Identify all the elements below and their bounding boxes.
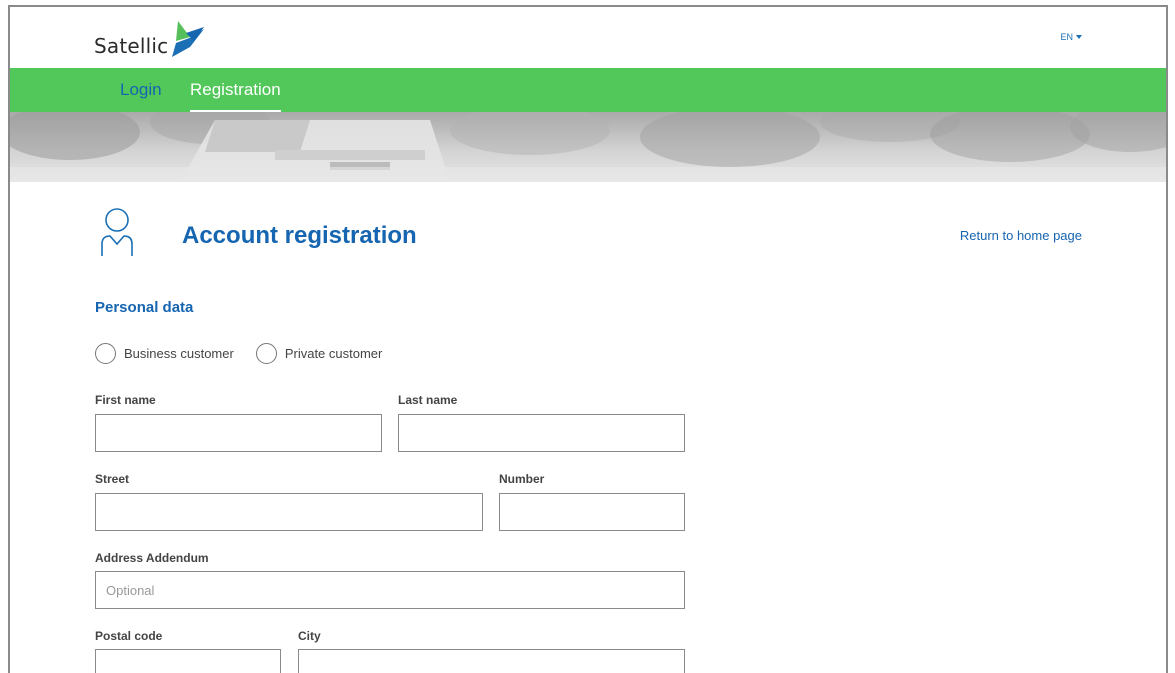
hero-banner (10, 112, 1166, 182)
radio-circle[interactable] (255, 343, 277, 364)
top-header: Satellic EN (10, 7, 1166, 68)
language-selector[interactable]: EN (1060, 32, 1082, 42)
customer-type-group: Business customer Private customer (95, 343, 404, 364)
caret-down-icon (1076, 35, 1082, 39)
last-name-label: Last name (398, 393, 458, 407)
radio-business-customer[interactable]: Business customer (95, 343, 234, 364)
city-label: City (298, 629, 321, 643)
number-input[interactable] (499, 493, 685, 531)
address-addendum-input[interactable] (95, 571, 685, 609)
first-name-label: First name (95, 393, 156, 407)
satellic-arrow-logo-icon (172, 21, 205, 57)
registration-content: Account registration Return to home page… (10, 182, 1166, 673)
satellic-logo[interactable]: Satellic (94, 19, 206, 59)
number-label: Number (499, 472, 545, 486)
nav-registration-label: Registration (190, 80, 281, 99)
radio-label: Business customer (124, 346, 234, 361)
postal-code-label: Postal code (95, 629, 163, 643)
browser-frame: Satellic EN Login Registration Account r… (8, 5, 1168, 673)
return-home-link[interactable]: Return to home page (960, 228, 1082, 243)
nav-registration[interactable]: Registration (190, 68, 281, 112)
user-icon (101, 208, 133, 256)
radio-circle[interactable] (95, 343, 116, 364)
street-input[interactable] (95, 493, 483, 531)
logo-text: Satellic (94, 34, 169, 58)
first-name-input[interactable] (95, 414, 382, 452)
radio-label: Private customer (284, 346, 383, 361)
section-title-personal-data: Personal data (95, 299, 194, 316)
nav-login[interactable]: Login (120, 68, 162, 112)
language-label: EN (1060, 32, 1073, 42)
page-title: Account registration (182, 222, 417, 249)
radio-private-customer[interactable]: Private customer (255, 343, 383, 364)
address-addendum-label: Address Addendum (95, 551, 209, 565)
banner-image (10, 112, 1166, 182)
postal-code-input[interactable] (95, 649, 281, 673)
main-nav: Login Registration (10, 68, 1166, 112)
last-name-input[interactable] (398, 414, 685, 452)
city-input[interactable] (298, 649, 685, 673)
street-label: Street (95, 472, 130, 486)
